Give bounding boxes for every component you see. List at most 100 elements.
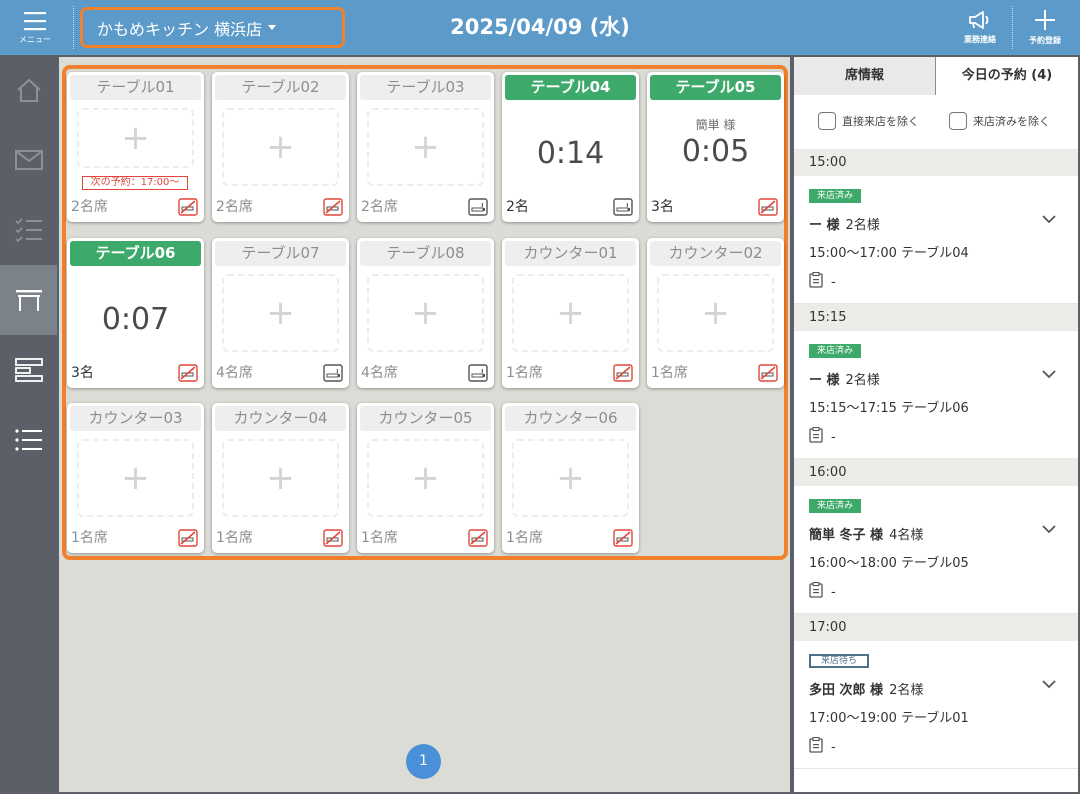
sidebar-item-checklist[interactable] [0,195,57,265]
table-name: テーブル02 [215,75,346,100]
table-name: カウンター01 [505,241,636,266]
checklist-icon [14,218,42,243]
reservation-item[interactable]: 来店待ち 多田 次郎 様 2名様 17:00～19:00 テーブル01 - [794,642,1078,769]
reservation-item[interactable]: 来店済みー 様 2名様 15:00～17:00 テーブル04 - [794,177,1078,304]
add-reservation-button[interactable]: 予約登録 [1015,0,1075,55]
add-reservation-label: 予約登録 [1029,36,1061,45]
party-size: 2名様 [845,373,880,388]
caret-down-icon [268,25,277,30]
seat-count: 2名席 [216,199,253,215]
add-seat-plus-icon[interactable]: + [77,108,194,168]
table-name: カウンター02 [650,241,781,266]
add-seat-plus-icon[interactable]: + [367,274,484,352]
chevron-down-icon[interactable] [1042,676,1056,690]
add-seat-plus-icon[interactable]: + [222,439,339,517]
add-seat-plus-icon[interactable]: + [77,439,194,517]
elapsed-timer: 0:14 [536,136,605,171]
notice-label: 業務連絡 [964,35,996,44]
checkbox-icon [818,112,836,130]
table-card[interactable]: カウンター05 +1名席 [357,403,494,553]
guest-name: ー 様 [809,218,840,233]
table-card[interactable]: テーブル08 +4名席 [357,238,494,388]
current-date: 2025/04/09 (水) [450,15,630,39]
add-seat-plus-icon[interactable]: + [367,108,484,186]
sidebar-item-list[interactable] [0,405,57,475]
add-seat-plus-icon[interactable]: + [512,274,629,352]
menu-button[interactable]: メニュー [0,0,70,55]
seat-count: 1名席 [651,365,688,381]
store-selector[interactable]: かもめキッチン 横浜店 [80,7,345,48]
no-smoking-icon [323,529,343,547]
seat-count: 1名席 [506,530,543,546]
divider [73,6,74,49]
filter-direct-label: 直接来店を除く [842,115,919,128]
page-button[interactable]: 1 [406,744,441,779]
reservation-panel: 席情報 今日の予約 (4) 直接来店を除く 来店済みを除く 15:00 来店済みー… [794,57,1078,792]
table-name: カウンター05 [360,406,491,431]
table-card[interactable]: テーブル05 簡単 様 0:05 3名 [647,72,784,222]
guest-info: 簡単 冬子 様 4名様 [809,524,923,543]
guest-info: 多田 次郎 様 2名様 [809,679,923,698]
seat-count: 4名席 [361,365,398,381]
table-card[interactable]: テーブル03 +2名席 [357,72,494,222]
table-card[interactable]: テーブル04 0:14 2名 [502,72,639,222]
elapsed-timer: 0:07 [101,302,170,337]
filter-direct-checkbox[interactable]: 直接来店を除く [818,112,919,130]
table-name: テーブル03 [360,75,491,100]
sidebar-item-tables[interactable] [0,265,57,335]
party-size: 4名様 [889,528,924,543]
memo-row: - [809,736,836,757]
table-card[interactable]: テーブル01 + 次の予約：17:00～ 2名席 [67,72,204,222]
reservation-time-table: 16:00～18:00 テーブル05 [809,556,969,571]
status-badge: 来店済み [809,189,862,203]
guest-name: 簡単 冬子 様 [809,528,884,543]
smoking-icon [468,198,488,216]
reservation-item[interactable]: 来店済み 簡単 冬子 様 4名様 16:00～18:00 テーブル05 - [794,487,1078,614]
notice-button[interactable]: 業務連絡 [950,0,1010,55]
add-seat-plus-icon[interactable]: + [222,274,339,352]
seat-count: 1名席 [71,530,108,546]
table-card[interactable]: カウンター01 +1名席 [502,238,639,388]
add-seat-plus-icon[interactable]: + [657,274,774,352]
store-name: かもめキッチン 横浜店 [97,19,263,39]
time-slot-header: 17:00 [794,614,1078,641]
table-card[interactable]: カウンター04 +1名席 [212,403,349,553]
no-smoking-icon [323,198,343,216]
tab-seat-info[interactable]: 席情報 [794,57,936,95]
hamburger-icon [24,11,46,30]
sidebar-item-home[interactable] [0,55,57,125]
chevron-down-icon[interactable] [1042,366,1056,380]
reservation-item[interactable]: 来店済みー 様 2名様 15:15～17:15 テーブル06 - [794,332,1078,459]
guest-name: ー 様 [809,373,840,388]
add-seat-plus-icon[interactable]: + [512,439,629,517]
checkbox-icon [949,112,967,130]
next-reservation-label: 次の予約：17:00～ [82,176,188,190]
add-seat-plus-icon[interactable]: + [222,108,339,186]
table-name: カウンター04 [215,406,346,431]
filter-visited-checkbox[interactable]: 来店済みを除く [949,112,1050,130]
table-card[interactable]: テーブル06 0:07 3名 [67,238,204,388]
timeline-icon [14,358,43,382]
guest-info: ー 様 2名様 [809,369,880,388]
table-card[interactable]: テーブル02 +2名席 [212,72,349,222]
chevron-down-icon[interactable] [1042,521,1056,535]
sidebar-item-mail[interactable] [0,125,57,195]
table-area: テーブル01 + 次の予約：17:00～ 2名席 テーブル02 +2名席 テーブル03 +2名… [59,57,790,792]
filter-bar: 直接来店を除く 来店済みを除く [794,101,1078,141]
reservation-time-table: 17:00～19:00 テーブル01 [809,711,969,726]
tab-today-reservations[interactable]: 今日の予約 (4) [936,57,1078,96]
panel-tabs: 席情報 今日の予約 (4) [794,57,1078,96]
smoking-icon [468,364,488,382]
table-card[interactable]: カウンター03 +1名席 [67,403,204,553]
table-card[interactable]: カウンター02 +1名席 [647,238,784,388]
seat-count: 2名 [506,199,529,215]
sidebar-item-timeline[interactable] [0,335,57,405]
no-smoking-icon [758,364,778,382]
add-seat-plus-icon[interactable]: + [367,439,484,517]
table-name: テーブル04 [505,75,636,100]
table-name: カウンター06 [505,406,636,431]
table-card[interactable]: カウンター06 +1名席 [502,403,639,553]
table-card[interactable]: テーブル07 +4名席 [212,238,349,388]
status-badge: 来店済み [809,499,862,513]
chevron-down-icon[interactable] [1042,211,1056,225]
